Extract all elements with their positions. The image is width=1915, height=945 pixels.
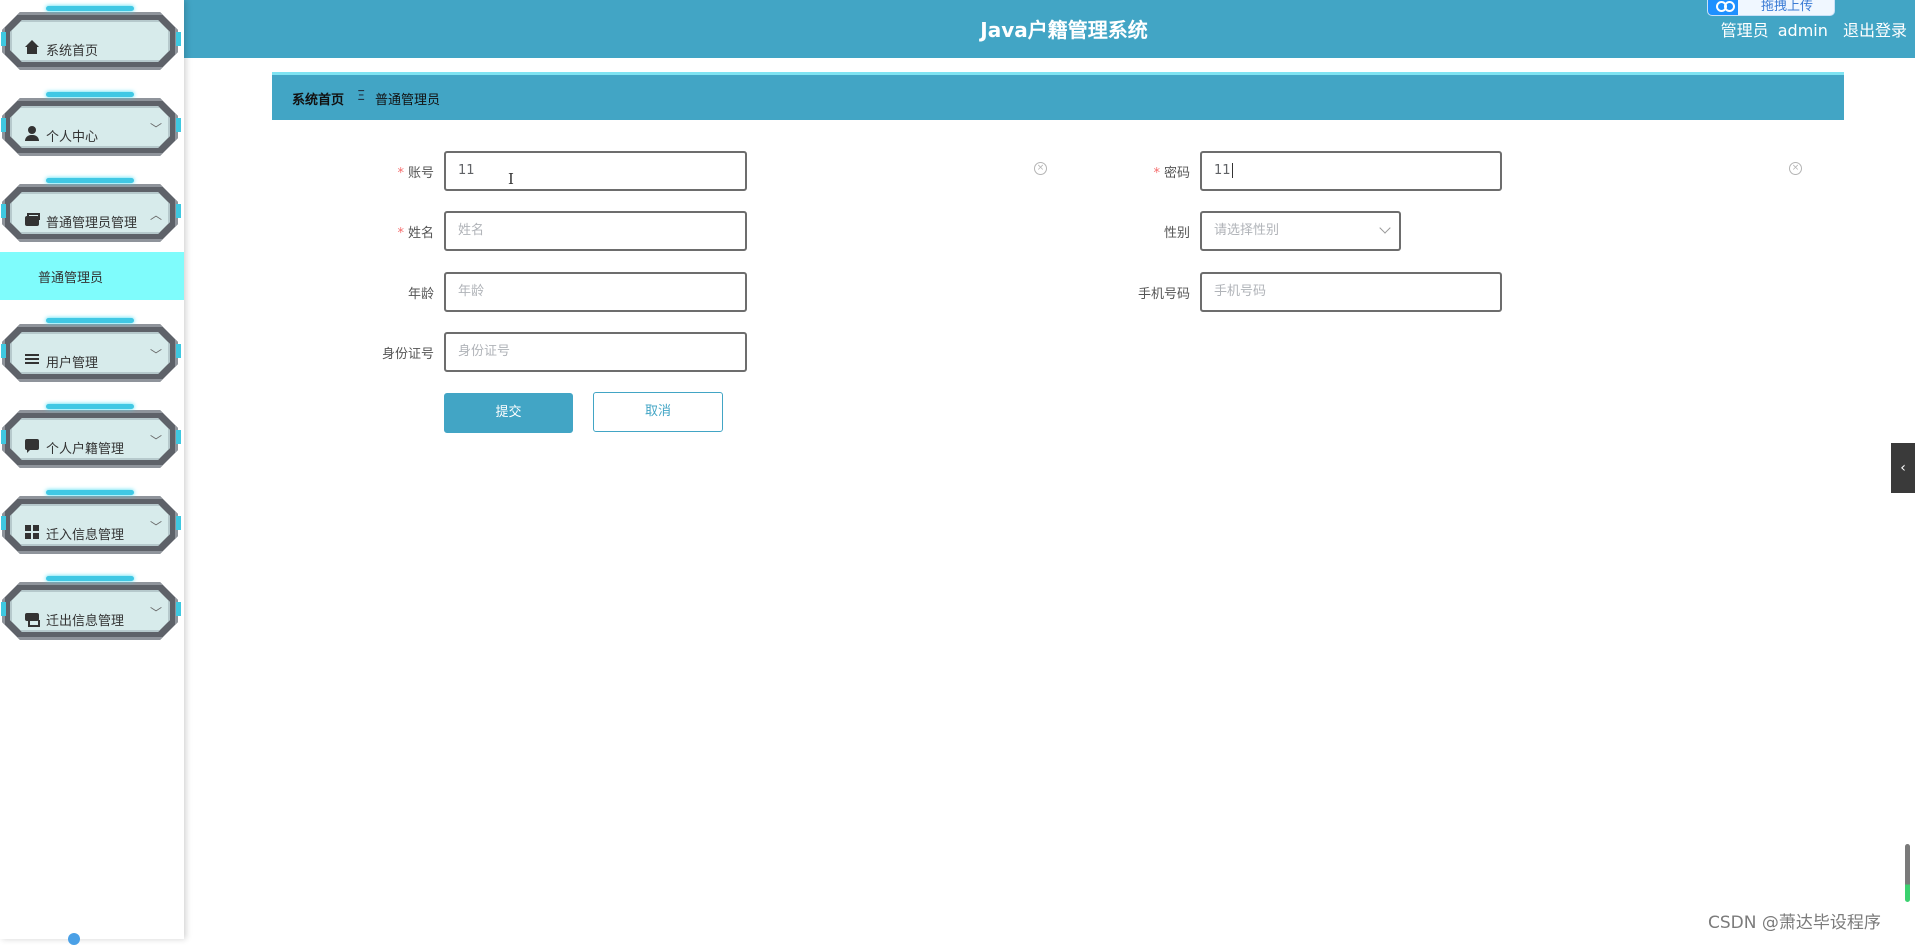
sidebar-subitem-label: 普通管理员 — [38, 271, 104, 286]
name-label: * 姓名 — [324, 222, 434, 241]
required-mark: * — [1153, 166, 1160, 181]
sidebar-indicator-dot — [68, 933, 80, 945]
password-label-text: 密码 — [1163, 166, 1190, 181]
account-input[interactable]: 11 — [444, 151, 747, 191]
name-input[interactable]: 姓名 — [444, 211, 747, 251]
phone-placeholder: 手机号码 — [1214, 284, 1267, 299]
logout-link[interactable]: 退出登录 — [1843, 21, 1907, 40]
breadcrumb-current: 普通管理员 — [375, 93, 441, 108]
text-cursor-icon: I — [508, 170, 514, 188]
name-label-text: 姓名 — [407, 226, 434, 241]
watermark: CSDN @萧达毕设程序 — [1708, 913, 1881, 933]
sidebar-item-label: 个人户籍管理 — [46, 442, 125, 457]
account-label: * 账号 — [324, 162, 434, 181]
phone-label: 手机号码 — [1137, 287, 1190, 302]
password-value: 11 — [1214, 163, 1231, 178]
age-label: 年龄 — [407, 287, 434, 302]
required-mark: * — [397, 226, 404, 241]
password-label: * 密码 — [1080, 162, 1190, 181]
chat-icon — [24, 438, 40, 454]
sidebar-subitem-admin[interactable]: 普通管理员 — [0, 252, 184, 300]
scrollbar-thumb[interactable] — [1905, 844, 1910, 902]
header-user-area: 管理员 admin 退出登录 — [1715, 17, 1907, 41]
user-role-label: 管理员 — [1720, 21, 1769, 40]
printer-icon — [24, 610, 40, 627]
chevron-down-icon: ﹀ — [150, 520, 163, 534]
submit-button[interactable]: 提交 — [444, 393, 573, 433]
chevron-down-icon — [1379, 222, 1391, 234]
chevron-down-icon: ﹀ — [150, 434, 163, 448]
sidebar-item-user-management[interactable]: 用户管理 ﹀ — [1, 318, 181, 384]
id-number-label: 身份证号 — [381, 347, 434, 362]
password-input[interactable]: 11 — [1200, 151, 1502, 191]
top-header: Java户籍管理系统 拖拽上传 管理员 admin 退出登录 — [0, 0, 1915, 58]
sidebar-item-label: 个人中心 — [46, 130, 99, 145]
wallet-icon — [24, 212, 40, 228]
gender-label: 性别 — [1163, 226, 1190, 241]
age-placeholder: 年龄 — [458, 284, 485, 299]
sidebar-item-personal-center[interactable]: 个人中心 ﹀ — [1, 92, 181, 158]
chevron-up-icon: ︿ — [150, 208, 163, 222]
required-mark: * — [397, 166, 404, 181]
app-title: Java户籍管理系统 — [980, 18, 1148, 42]
breadcrumb-separator-icon: Ξ — [357, 89, 366, 104]
upload-widget-label: 拖拽上传 — [1760, 0, 1813, 14]
user-icon — [24, 126, 40, 142]
chevron-down-icon: ﹀ — [150, 606, 163, 620]
name-placeholder: 姓名 — [458, 223, 485, 238]
collapse-panel-button[interactable]: ‹ — [1891, 443, 1915, 493]
sidebar-item-move-out-management[interactable]: 迁出信息管理 ﹀ — [1, 576, 181, 642]
id-number-placeholder: 身份证号 — [458, 344, 511, 359]
chevron-down-icon: ﹀ — [150, 122, 163, 136]
account-label-text: 账号 — [407, 166, 434, 181]
grid-icon — [24, 524, 40, 540]
sidebar-item-household-management[interactable]: 个人户籍管理 ﹀ — [1, 404, 181, 470]
sidebar-item-label: 迁入信息管理 — [46, 528, 125, 543]
sidebar-item-home[interactable]: 系统首页 — [1, 6, 181, 72]
id-number-input[interactable]: 身份证号 — [444, 332, 747, 372]
username-label: admin — [1777, 21, 1828, 40]
breadcrumb-home-link[interactable]: 系统首页 — [292, 89, 344, 108]
account-value: 11 — [458, 163, 475, 178]
upload-widget-icon — [1708, 0, 1738, 15]
chevron-down-icon: ﹀ — [150, 348, 163, 362]
sidebar-item-move-in-management[interactable]: 迁入信息管理 ﹀ — [1, 490, 181, 556]
sidebar-item-admin-management[interactable]: 普通管理员管理 ︿ — [1, 178, 181, 244]
breadcrumb: 系统首页 Ξ 普通管理员 — [272, 72, 1844, 120]
gender-placeholder: 请选择性别 — [1214, 223, 1280, 238]
phone-input[interactable]: 手机号码 — [1200, 272, 1502, 312]
sidebar-item-label: 系统首页 — [46, 44, 99, 59]
clear-account-icon[interactable]: × — [1034, 162, 1047, 175]
home-icon — [24, 40, 40, 56]
sidebar: 系统首页 个人中心 ﹀ 普通管理员管理 ︿ 普通管理员 用户管理 ﹀ 个人户籍管… — [0, 0, 184, 945]
sidebar-item-label: 迁出信息管理 — [46, 614, 125, 629]
sidebar-item-label: 用户管理 — [46, 356, 99, 371]
list-icon — [24, 352, 40, 368]
gender-select[interactable]: 请选择性别 — [1200, 211, 1401, 251]
clear-password-icon[interactable]: × — [1789, 162, 1802, 175]
cancel-button[interactable]: 取消 — [593, 392, 723, 432]
caret — [1231, 163, 1233, 178]
upload-widget[interactable]: 拖拽上传 — [1707, 0, 1835, 16]
age-input[interactable]: 年龄 — [444, 272, 747, 312]
sidebar-item-label: 普通管理员管理 — [46, 216, 138, 231]
